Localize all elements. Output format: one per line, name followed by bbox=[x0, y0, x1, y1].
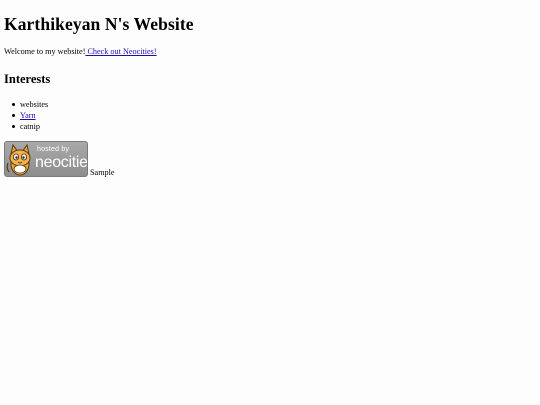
bullet-icon bbox=[12, 125, 15, 128]
neocities-link[interactable]: Check out Neocities! bbox=[85, 47, 156, 56]
list-item: catnip bbox=[4, 121, 48, 132]
list-item: Yarn bbox=[4, 110, 48, 121]
welcome-paragraph: Welcome to my website! Check out Neociti… bbox=[4, 47, 157, 56]
badge-hosted-text: hosted by bbox=[37, 146, 70, 153]
interests-list: websites Yarn catnip bbox=[4, 99, 48, 132]
hosted-by-neocities-badge[interactable]: hosted by neocities bbox=[4, 141, 88, 177]
interest-catnip: catnip bbox=[20, 122, 41, 131]
interests-heading: Interests bbox=[4, 72, 51, 86]
bullet-icon bbox=[12, 114, 15, 117]
interest-websites: websites bbox=[20, 100, 49, 109]
sample-text: Sample bbox=[90, 168, 115, 177]
interest-yarn-link[interactable]: Yarn bbox=[20, 111, 36, 120]
list-item: websites bbox=[4, 99, 48, 110]
welcome-text: Welcome to my website! bbox=[4, 47, 86, 56]
page-title: Karthikeyan N's Website bbox=[4, 14, 194, 34]
bullet-icon bbox=[12, 103, 15, 106]
badge-brand-text: neocities bbox=[35, 154, 88, 171]
